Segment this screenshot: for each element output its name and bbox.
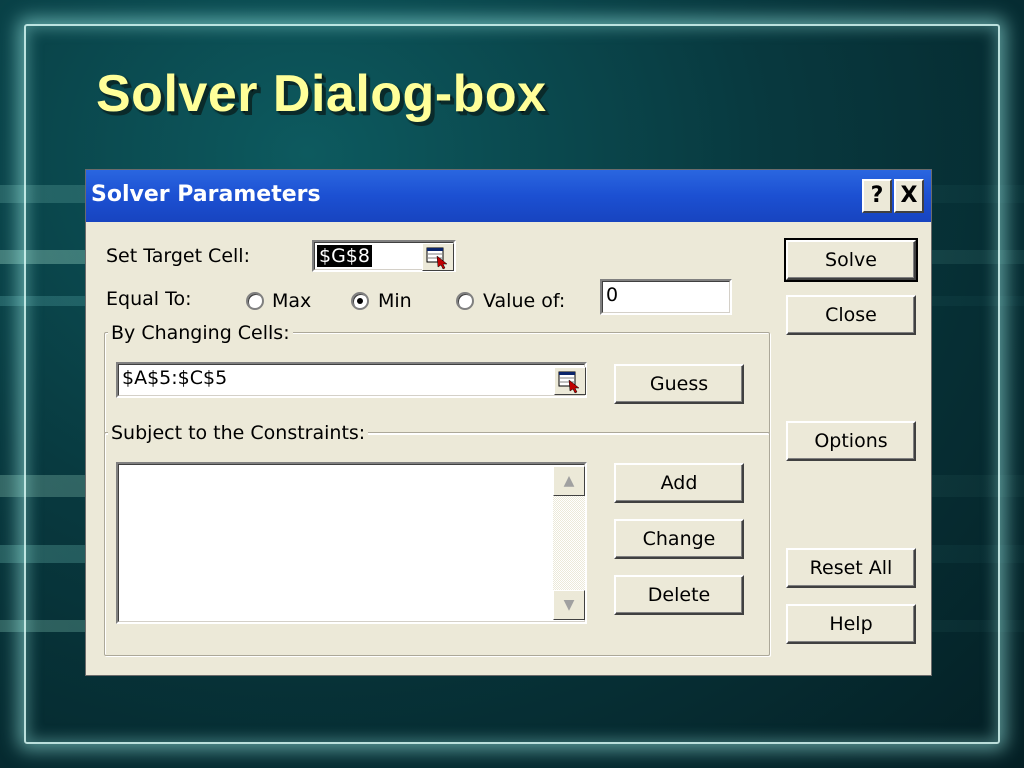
scroll-down-arrow-icon[interactable]: ▼ <box>553 590 585 620</box>
collapse-dialog-icon[interactable] <box>554 367 586 395</box>
guess-button[interactable]: Guess <box>614 364 744 404</box>
radio-value-of[interactable] <box>456 292 474 310</box>
help-title-button[interactable]: ? <box>862 179 892 213</box>
value-of-text: 0 <box>606 284 619 306</box>
radio-max[interactable] <box>246 292 264 310</box>
value-of-input[interactable]: 0 <box>600 279 732 315</box>
scroll-up-arrow-icon[interactable]: ▲ <box>553 466 585 496</box>
collapse-dialog-icon[interactable] <box>422 243 454 271</box>
help-button[interactable]: Help <box>786 604 916 644</box>
radio-min-label: Min <box>378 290 412 312</box>
constraints-scrollbar[interactable]: ▲ ▼ <box>553 466 585 620</box>
changing-cells-label: By Changing Cells: <box>108 322 293 344</box>
radio-value-of-label: Value of: <box>483 290 566 312</box>
delete-button[interactable]: Delete <box>614 575 744 615</box>
radio-min[interactable] <box>351 292 369 310</box>
equal-to-label: Equal To: <box>106 288 192 310</box>
close-title-button[interactable]: X <box>894 179 924 213</box>
set-target-cell-label: Set Target Cell: <box>106 245 250 267</box>
changing-cells-field[interactable]: $A$5:$C$5 <box>116 362 587 398</box>
constraints-list[interactable]: ▲ ▼ <box>116 462 587 624</box>
radio-max-label: Max <box>272 290 312 312</box>
options-button[interactable]: Options <box>786 421 916 461</box>
close-button[interactable]: Close <box>786 295 916 335</box>
slide-title: Solver Dialog-box <box>96 65 547 123</box>
target-cell-field[interactable]: $G$8 <box>312 240 456 272</box>
dialog-titlebar[interactable]: Solver Parameters ? X <box>86 170 931 222</box>
solve-button[interactable]: Solve <box>784 238 918 282</box>
solver-dialog: Solver Parameters ? X Set Target Cell: $… <box>86 170 931 675</box>
dialog-title: Solver Parameters <box>91 182 321 207</box>
constraints-label: Subject to the Constraints: <box>108 422 369 444</box>
add-button[interactable]: Add <box>614 463 744 503</box>
reset-all-button[interactable]: Reset All <box>786 548 916 588</box>
target-cell-value: $G$8 <box>317 245 372 267</box>
change-button[interactable]: Change <box>614 519 744 559</box>
changing-cells-value: $A$5:$C$5 <box>122 367 228 389</box>
